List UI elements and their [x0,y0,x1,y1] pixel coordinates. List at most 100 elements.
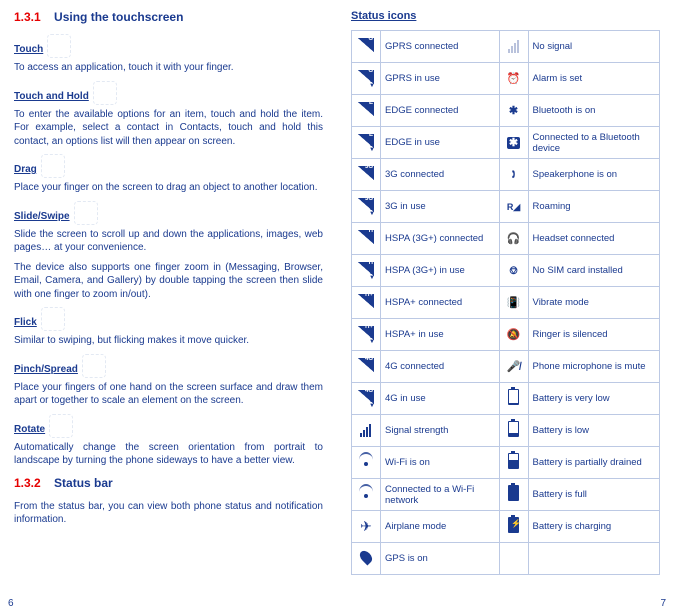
status-label-left: 4G connected [381,351,500,383]
page-number-left: 6 [8,598,14,609]
section-number: 1.3.1 [14,10,41,24]
flick-heading: Flick [14,317,37,328]
pinch-icon [82,354,106,378]
flick-icon [41,307,65,331]
left-column: 1.3.1 Using the touchscreen Touch To acc… [0,0,337,600]
status-label-right: Headset connected [528,223,659,255]
status-label-left: Wi-Fi is on [381,447,500,479]
status-label-left: Airplane mode [381,511,500,543]
drag-text: Place your finger on the screen to drag … [14,181,323,195]
icon-row: Airplane mode⚡Battery is charging [352,511,660,543]
status-icon-right: 🕽 [499,159,528,191]
status-label-left: 4G in use [381,383,500,415]
drag-heading: Drag [14,164,37,175]
status-label-right: Battery is low [528,415,659,447]
status-label-right: Connected to a Bluetooth device [528,127,659,159]
slide-text1: Slide the screen to scroll up and down t… [14,228,323,255]
status-icon-left: E [352,95,381,127]
status-icon-left [352,543,381,575]
icon-row: GPS is on [352,543,660,575]
status-icon-right [499,383,528,415]
icon-row: 4G4G connected🎤̸Phone microphone is mute [352,351,660,383]
section-132-heading: 1.3.2 Status bar [14,476,323,490]
status-icon-right [499,447,528,479]
status-icon-right: 📳 [499,287,528,319]
status-icon-left: 4G▲▼ [352,383,381,415]
status-icon-right: ⎊ [499,255,528,287]
icon-row: Signal strength Battery is low [352,415,660,447]
status-icon-right: R◢ [499,191,528,223]
status-label-left: EDGE in use [381,127,500,159]
icon-row: 3G3G connected🕽Speakerphone is on [352,159,660,191]
status-label-right [528,543,659,575]
section-131-heading: 1.3.1 Using the touchscreen [14,10,323,24]
rotate-heading: Rotate [14,424,45,435]
status-icon-left [352,447,381,479]
status-icons-table: GGPRS connectedNo signalG▲▼GPRS in use⏰A… [351,30,660,575]
icon-row: 4G▲▼4G in use Battery is very low [352,383,660,415]
status-label-right: Speakerphone is on [528,159,659,191]
status-icon-right [499,415,528,447]
status-icon-right [499,479,528,511]
status-label-right: Vibrate mode [528,287,659,319]
touch-text: To access an application, touch it with … [14,61,323,75]
status-icon-left: 3G▲▼ [352,191,381,223]
icon-row: H+HSPA+ connected📳Vibrate mode [352,287,660,319]
status-icon-right [499,543,528,575]
icon-row: GGPRS connectedNo signal [352,31,660,63]
icon-row: Wi-Fi is onBattery is partially drained [352,447,660,479]
slide-icon [74,201,98,225]
status-label-left: GPRS in use [381,63,500,95]
status-label-left: GPS is on [381,543,500,575]
slide-text2: The device also supports one finger zoom… [14,261,323,302]
pinch-heading: Pinch/Spread [14,364,78,375]
icon-row: Connected to a Wi-Fi networkBattery is f… [352,479,660,511]
status-label-left: GPRS connected [381,31,500,63]
status-label-right: Battery is charging [528,511,659,543]
status-icon-left [352,479,381,511]
status-label-left: HSPA (3G+) in use [381,255,500,287]
icon-row: H+▲▼HSPA+ in use🔕Ringer is silenced [352,319,660,351]
status-label-left: Signal strength [381,415,500,447]
rotate-icon [49,414,73,438]
rotate-text: Automatically change the screen orientat… [14,441,323,468]
status-label-right: Bluetooth is on [528,95,659,127]
status-label-right: Battery is full [528,479,659,511]
drag-icon [41,154,65,178]
status-label-right: Battery is very low [528,383,659,415]
status-icon-left: G [352,31,381,63]
section-title: Using the touchscreen [54,10,183,24]
icon-row: 3G▲▼3G in useR◢Roaming [352,191,660,223]
status-icon-right: 🎧 [499,223,528,255]
status-icon-right: ⏰ [499,63,528,95]
status-icon-right: 🔕 [499,319,528,351]
status-icon-left: H▲▼ [352,255,381,287]
status-label-right: Alarm is set [528,63,659,95]
status-icons-title: Status icons [351,10,660,22]
status-icon-right: ⚡ [499,511,528,543]
status-icon-left: E▲▼ [352,127,381,159]
icon-row: HHSPA (3G+) connected🎧Headset connected [352,223,660,255]
status-label-left: 3G connected [381,159,500,191]
page-number-right: 7 [660,598,666,609]
status-icon-right: ✱ [499,95,528,127]
status-icon-left: H [352,223,381,255]
section-132-text: From the status bar, you can view both p… [14,500,323,527]
status-label-left: HSPA+ connected [381,287,500,319]
hold-text: To enter the available options for an it… [14,108,323,149]
slide-heading: Slide/Swipe [14,211,70,222]
icon-row: EEDGE connected✱Bluetooth is on [352,95,660,127]
status-label-right: No SIM card installed [528,255,659,287]
right-column: Status icons GGPRS connectedNo signalG▲▼… [337,0,674,600]
status-icon-left: H+ [352,287,381,319]
status-label-right: Ringer is silenced [528,319,659,351]
section-title-132: Status bar [54,476,113,490]
status-label-left: HSPA (3G+) connected [381,223,500,255]
hold-icon [93,81,117,105]
status-label-right: Roaming [528,191,659,223]
touch-heading: Touch [14,44,43,55]
status-icon-left [352,511,381,543]
status-label-left: HSPA+ in use [381,319,500,351]
touch-icon [47,34,71,58]
icon-row: H▲▼HSPA (3G+) in use⎊No SIM card install… [352,255,660,287]
